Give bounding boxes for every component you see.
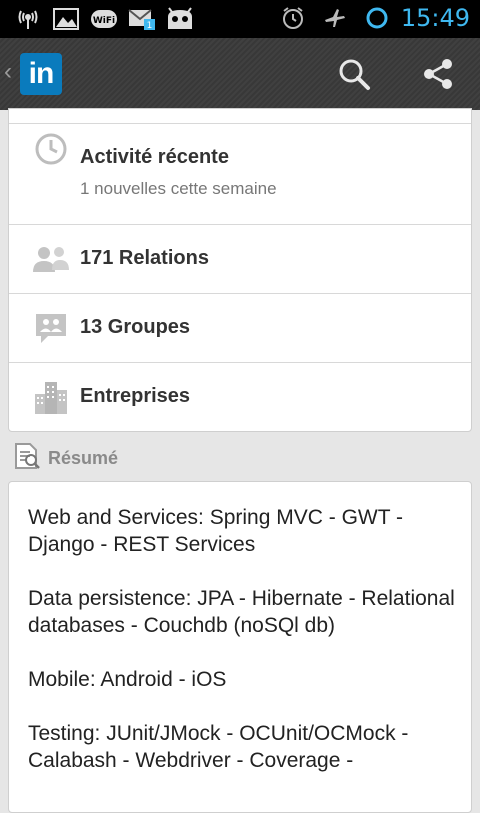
alarm-icon (279, 4, 307, 32)
summary-card: Web and Services: Spring MVC - GWT - Dja… (8, 481, 472, 813)
android-icon (166, 5, 194, 33)
status-left-icons: WiFi 1 (14, 5, 194, 33)
summary-section-header: Résumé (14, 442, 118, 474)
relations-title: 171 Relations (80, 247, 209, 269)
buildings-icon (31, 377, 71, 417)
search-button[interactable] (334, 56, 374, 96)
share-icon (421, 57, 455, 96)
action-bar: ‹ in (0, 38, 480, 110)
summary-text: Web and Services: Spring MVC - GWT - Dja… (28, 504, 458, 801)
image-icon (52, 5, 80, 33)
summary-paragraph: Web and Services: Spring MVC - GWT - Dja… (28, 506, 403, 556)
groups-title: 13 Groupes (80, 316, 191, 338)
list-item-groups[interactable]: 13 Groupes (9, 293, 471, 362)
airplane-icon (321, 4, 349, 32)
ring-icon (363, 4, 391, 32)
status-clock: 15:49 (400, 4, 470, 32)
activity-subtitle: 1 nouvelles cette semaine (80, 179, 277, 198)
status-right-icons: 15:49 (279, 4, 470, 32)
signal-icon (14, 5, 42, 33)
list-item-companies[interactable]: Entreprises (9, 362, 471, 431)
document-icon (14, 442, 40, 475)
clock-icon (31, 129, 71, 169)
status-bar: WiFi 1 15:49 (0, 0, 480, 38)
svg-text:WiFi: WiFi (93, 16, 115, 26)
share-button[interactable] (418, 56, 458, 96)
list-item-activity[interactable]: Activité récente 1 nouvelles cette semai… (9, 123, 471, 224)
activity-title: Activité récente (80, 146, 229, 168)
linkedin-logo[interactable]: in (20, 53, 62, 95)
summary-section-title: Résumé (48, 447, 119, 468)
summary-paragraph: Mobile: Android - iOS (28, 668, 227, 691)
wifi-icon: WiFi (90, 5, 118, 33)
profile-menu-card: Activité récente 1 nouvelles cette semai… (8, 108, 472, 432)
svg-text:1: 1 (147, 21, 153, 31)
list-item-relations[interactable]: 171 Relations (9, 224, 471, 293)
group-chat-icon (31, 308, 71, 348)
companies-title: Entreprises (80, 385, 191, 407)
summary-paragraph: Testing: JUnit/JMock - OCUnit/OCMock - C… (28, 722, 409, 772)
back-chevron-icon[interactable]: ‹ (4, 60, 12, 84)
people-icon (31, 239, 71, 279)
message-icon: 1 (128, 5, 156, 33)
search-icon (337, 57, 371, 96)
summary-paragraph: Data persistence: JPA - Hibernate - Rela… (28, 587, 455, 637)
